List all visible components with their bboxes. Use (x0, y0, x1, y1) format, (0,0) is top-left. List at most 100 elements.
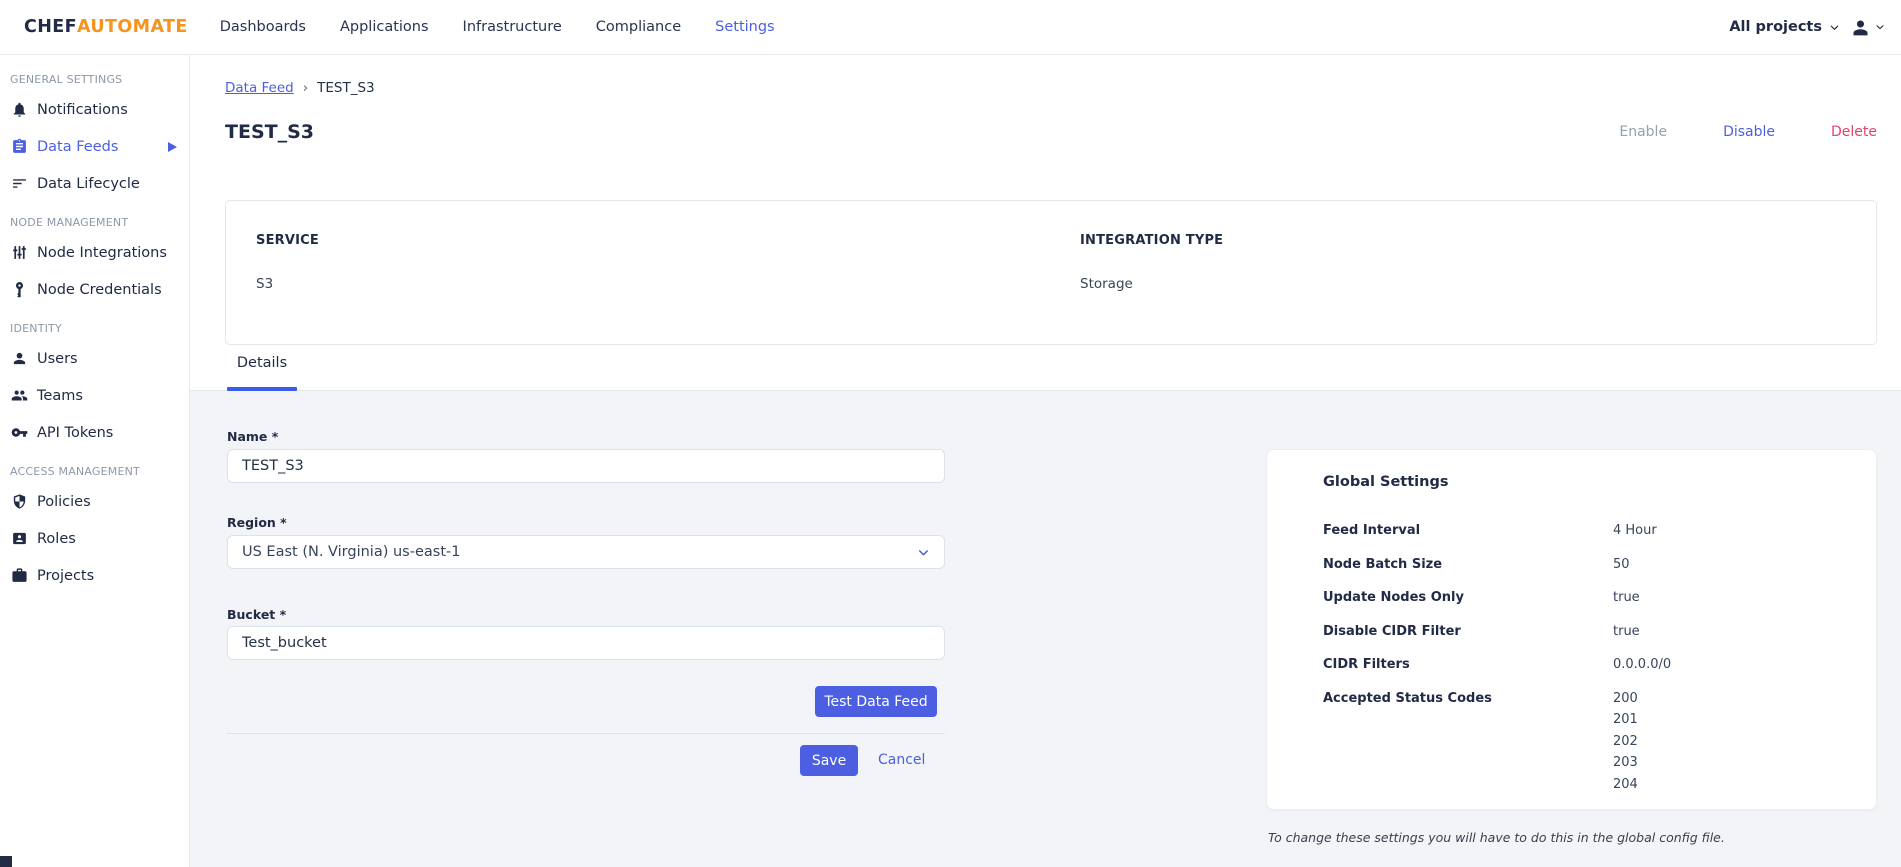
setting-value: 4 Hour (1613, 523, 1657, 538)
setting-value: 204 (1613, 776, 1638, 792)
global-settings-panel: Global Settings Feed Interval 4 Hour Nod… (1266, 449, 1877, 810)
nav-item-dashboards[interactable]: Dashboards (220, 19, 306, 35)
bucket-input[interactable] (227, 626, 945, 660)
setting-label: Node Batch Size (1323, 556, 1443, 572)
sidebar-item-notifications[interactable]: Notifications (0, 91, 189, 128)
sidebar-heading-node-management: NODE MANAGEMENT (10, 215, 129, 229)
sidebar-item-api-tokens[interactable]: API Tokens (0, 414, 189, 451)
projects-filter-dropdown[interactable]: All projects (1729, 19, 1840, 35)
main-content: Data Feed › TEST_S3 TEST_S3 Enable Disab… (190, 55, 1901, 867)
sidebar-item-node-credentials[interactable]: Node Credentials (0, 271, 189, 308)
setting-label: Feed Interval (1323, 523, 1421, 538)
save-button[interactable]: Save (800, 745, 858, 776)
corner-artifact (0, 856, 12, 867)
logo-chef: CHEF (24, 17, 77, 37)
integration-type-column: INTEGRATION TYPE Storage (1080, 233, 1223, 292)
sidebar-item-label: API Tokens (37, 424, 114, 441)
setting-row-update-nodes-only: Update Nodes Only true (1323, 587, 1876, 609)
key-icon (10, 424, 28, 442)
setting-row-cidr-filters: CIDR Filters 0.0.0.0/0 (1323, 654, 1876, 676)
setting-value: 200 (1613, 690, 1638, 706)
global-settings-note: To change these settings you will have t… (1268, 830, 1725, 845)
name-input[interactable] (227, 449, 945, 483)
service-value: S3 (256, 276, 274, 292)
sidebar-item-label: Roles (37, 530, 76, 547)
sidebar-item-teams[interactable]: Teams (0, 377, 189, 414)
sidebar-item-data-feeds[interactable]: Data Feeds (0, 128, 189, 165)
service-column: SERVICE S3 (256, 233, 319, 292)
sidebar-item-data-lifecycle[interactable]: Data Lifecycle (0, 165, 189, 202)
form-divider (227, 733, 945, 734)
breadcrumb-separator: › (302, 80, 309, 96)
region-field-label: Region * (227, 515, 287, 530)
setting-value: 201 (1613, 712, 1638, 727)
bell-icon (10, 101, 28, 119)
setting-label: Disable CIDR Filter (1323, 623, 1461, 639)
page-title: TEST_S3 (225, 121, 314, 143)
sidebar-item-projects[interactable]: Projects (0, 557, 189, 594)
setting-row-node-batch-size: Node Batch Size 50 (1323, 554, 1876, 576)
sidebar-heading-general-settings: GENERAL SETTINGS (10, 72, 123, 86)
global-settings-rows: Feed Interval 4 Hour Node Batch Size 50 … (1323, 520, 1876, 795)
primary-nav: Dashboards Applications Infrastructure C… (220, 19, 775, 35)
sidebar-item-node-integrations[interactable]: Node Integrations (0, 234, 189, 271)
test-data-feed-button[interactable]: Test Data Feed (815, 686, 937, 717)
sidebar-item-label: Teams (37, 387, 83, 404)
delete-button[interactable]: Delete (1831, 124, 1877, 140)
disable-button[interactable]: Disable (1723, 124, 1775, 140)
region-selected-value: US East (N. Virginia) us-east-1 (242, 544, 461, 560)
sidebar-item-label: Node Credentials (37, 281, 162, 298)
chevron-down-icon (917, 546, 930, 559)
tab-bar: Details (190, 350, 1901, 391)
team-icon (10, 387, 28, 405)
breadcrumb-link-data-feed[interactable]: Data Feed (225, 80, 294, 96)
setting-label: Accepted Status Codes (1323, 690, 1492, 706)
nav-item-compliance[interactable]: Compliance (596, 19, 681, 35)
nav-item-infrastructure[interactable]: Infrastructure (463, 19, 562, 35)
list-icon (10, 175, 28, 193)
cancel-button[interactable]: Cancel (878, 752, 925, 768)
setting-value: true (1613, 590, 1640, 605)
breadcrumb-current: TEST_S3 (317, 80, 375, 96)
briefcase-icon (10, 567, 28, 585)
sidebar-heading-identity: IDENTITY (10, 321, 62, 335)
page-header: TEST_S3 Enable Disable Delete (225, 117, 1877, 147)
user-menu[interactable] (1850, 17, 1885, 38)
key-vertical-icon (10, 281, 28, 299)
service-label: SERVICE (256, 233, 319, 248)
navbar-right: All projects (1729, 17, 1885, 38)
nav-item-applications[interactable]: Applications (340, 19, 429, 35)
user-avatar-icon (1850, 17, 1871, 38)
sidebar-item-label: Node Integrations (37, 244, 167, 261)
setting-label: Update Nodes Only (1323, 590, 1464, 605)
setting-row-disable-cidr-filter: Disable CIDR Filter true (1323, 621, 1876, 643)
right-triangle-icon[interactable] (168, 142, 177, 152)
sidebar-item-label: Policies (37, 493, 91, 510)
sidebar-item-users[interactable]: Users (0, 340, 189, 377)
user-icon (10, 350, 28, 368)
settings-sidebar: GENERAL SETTINGS Notifications Data Feed… (0, 55, 190, 867)
region-select[interactable]: US East (N. Virginia) us-east-1 (227, 535, 945, 569)
bucket-field-label: Bucket * (227, 607, 287, 622)
badge-icon (10, 530, 28, 548)
setting-value: 202 (1613, 733, 1638, 749)
integration-type-label: INTEGRATION TYPE (1080, 233, 1224, 248)
clipboard-icon (10, 138, 28, 156)
sidebar-item-label: Users (37, 350, 78, 367)
nav-item-settings[interactable]: Settings (715, 19, 774, 35)
sidebar-item-policies[interactable]: Policies (0, 483, 189, 520)
setting-label: CIDR Filters (1323, 657, 1410, 672)
logo-automate: AUTOMATE (77, 17, 188, 37)
tab-details[interactable]: Details (227, 350, 297, 391)
chevron-down-icon (1875, 22, 1885, 32)
setting-row-feed-interval: Feed Interval 4 Hour (1323, 520, 1876, 542)
shield-icon (10, 493, 28, 511)
setting-value: 50 (1613, 556, 1630, 572)
name-field-label: Name * (227, 429, 279, 444)
chef-automate-logo[interactable]: CHEFAUTOMATE (24, 17, 188, 37)
active-tab-underline (227, 387, 297, 391)
setting-row-accepted-status-codes: Accepted Status Codes 200 201 202 203 20… (1323, 688, 1876, 796)
enable-button[interactable]: Enable (1619, 124, 1667, 140)
sidebar-item-roles[interactable]: Roles (0, 520, 189, 557)
integration-type-value: Storage (1080, 276, 1133, 292)
